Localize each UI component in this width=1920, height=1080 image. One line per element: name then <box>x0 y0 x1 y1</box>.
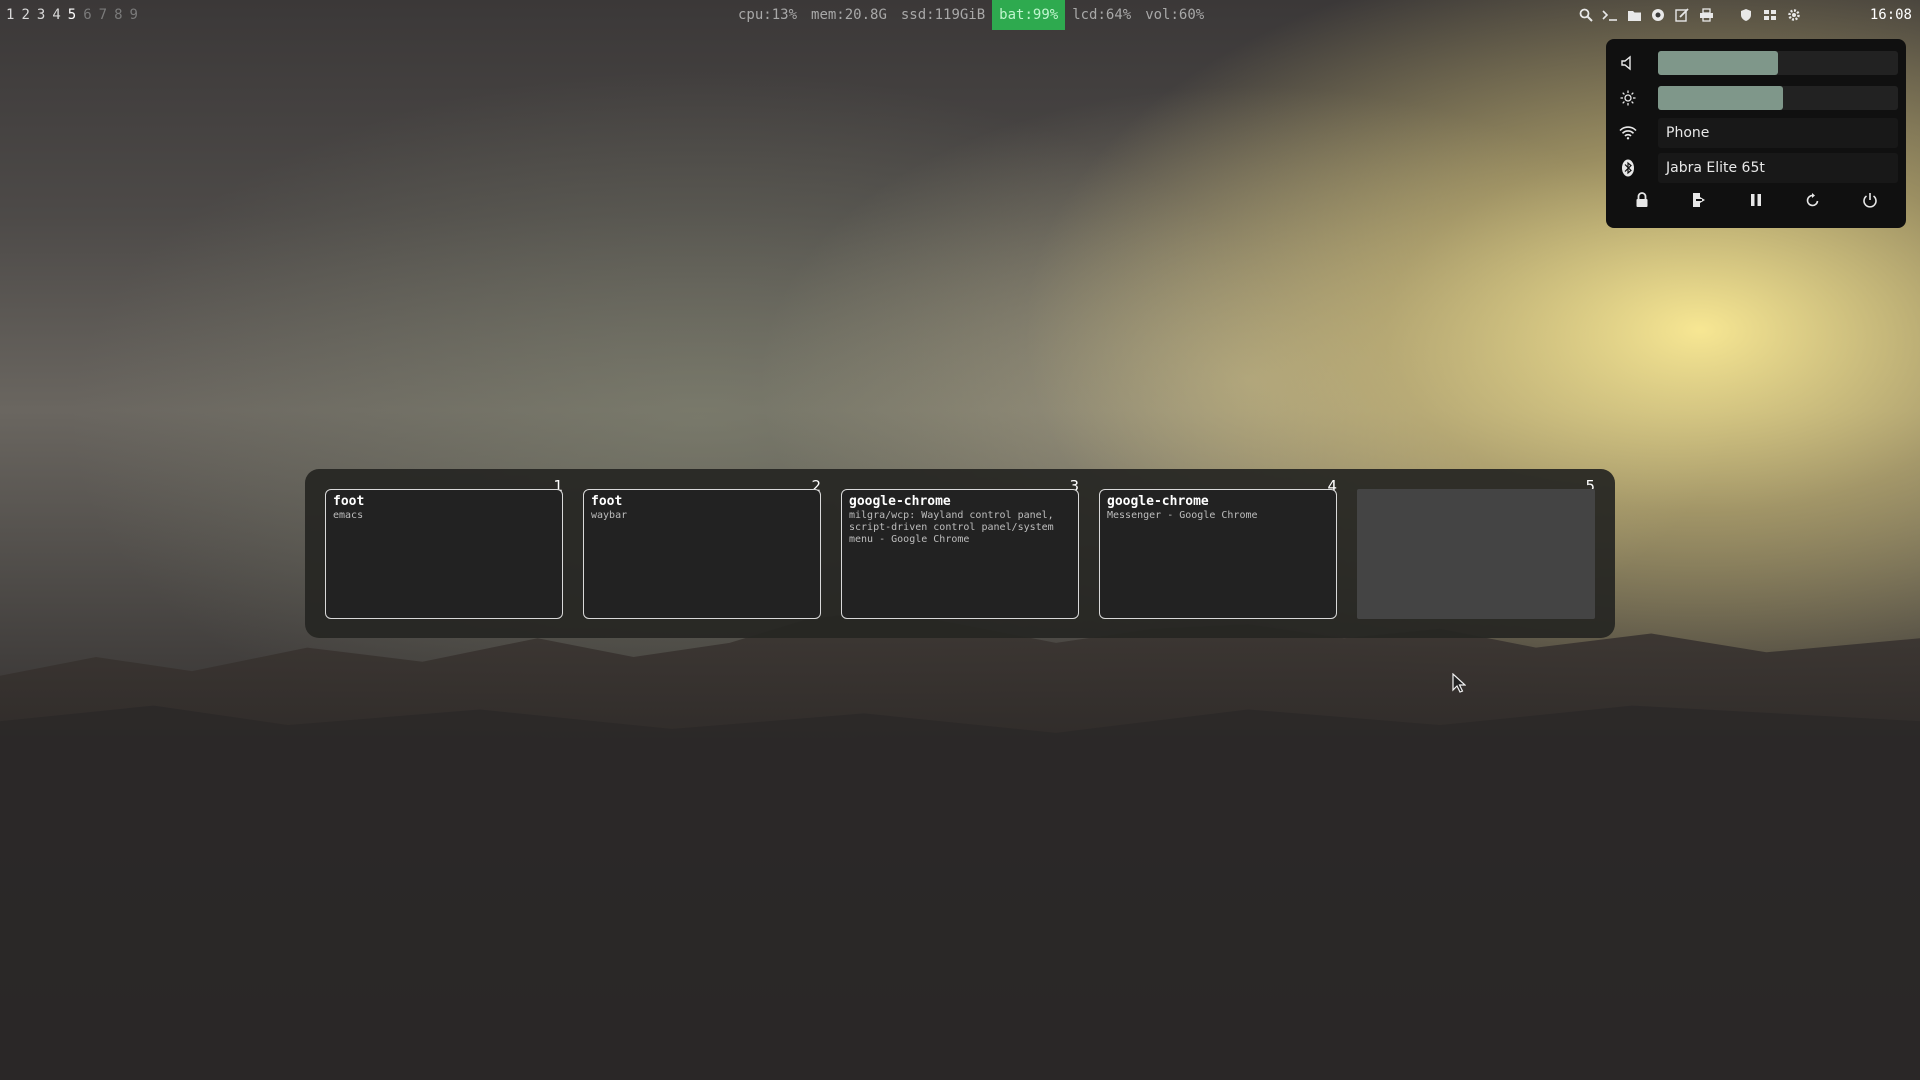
mem-stat: mem:20.8G <box>811 7 887 23</box>
system-stats: cpu:13% mem:20.8G ssd:119GiB bat:99% lcd… <box>731 0 1211 30</box>
window-thumbnail[interactable]: foot waybar <box>583 489 821 619</box>
brightness-slider-fill <box>1658 86 1783 110</box>
empty-workspace-thumbnail[interactable] <box>1357 489 1595 619</box>
wifi-icon <box>1614 118 1642 148</box>
workspace-1-button[interactable]: 1 <box>6 7 14 23</box>
overview-workspace-2[interactable]: 2 foot waybar <box>583 477 821 619</box>
control-panel: Phone Jabra Elite 65t <box>1606 39 1906 228</box>
logout-icon[interactable] <box>1684 185 1714 215</box>
overview-workspace-3[interactable]: 3 google-chrome milgra/wcp: Wayland cont… <box>841 477 1079 619</box>
brightness-row <box>1614 83 1898 113</box>
window-thumbnail[interactable]: google-chrome milgra/wcp: Wayland contro… <box>841 489 1079 619</box>
edit-icon[interactable] <box>1674 7 1690 23</box>
bluetooth-label[interactable]: Jabra Elite 65t <box>1658 153 1898 183</box>
workspace-8-button[interactable]: 8 <box>114 7 122 23</box>
brightness-icon <box>1614 83 1642 113</box>
brightness-slider[interactable] <box>1658 86 1898 110</box>
battery-stat: bat:99% <box>992 0 1066 30</box>
top-bar: 1 2 3 4 5 6 7 8 9 cpu:13% mem:20.8G ssd:… <box>0 0 1920 30</box>
window-app-name: google-chrome <box>1107 494 1209 509</box>
volume-stat: vol:60% <box>1145 7 1205 23</box>
workspace-6-button[interactable]: 6 <box>83 7 91 23</box>
restart-icon[interactable] <box>1798 185 1828 215</box>
window-app-name: foot <box>333 494 365 509</box>
volume-slider[interactable] <box>1658 51 1898 75</box>
session-actions <box>1614 183 1898 217</box>
bluetooth-row[interactable]: Jabra Elite 65t <box>1614 153 1898 183</box>
shield-icon[interactable] <box>1738 7 1754 23</box>
power-icon[interactable] <box>1855 185 1885 215</box>
clock[interactable]: 16:08 <box>1870 0 1912 30</box>
window-app-name: foot <box>591 494 623 509</box>
ssd-stat: ssd:119GiB <box>900 7 986 23</box>
cpu-stat: cpu:13% <box>738 7 798 23</box>
wifi-label[interactable]: Phone <box>1658 118 1898 148</box>
speaker-icon <box>1614 48 1642 78</box>
workspace-5-button[interactable]: 5 <box>68 7 76 23</box>
workspace-3-button[interactable]: 3 <box>37 7 45 23</box>
wallpaper-foreground <box>0 705 1920 1080</box>
window-title: milgra/wcp: Wayland control panel, scrip… <box>849 510 1054 545</box>
overview-workspace-4[interactable]: 4 google-chrome Messenger - Google Chrom… <box>1099 477 1337 619</box>
volume-slider-fill <box>1658 51 1778 75</box>
lcd-stat: lcd:64% <box>1072 7 1132 23</box>
workspace-switcher: 1 2 3 4 5 6 7 8 9 <box>6 0 138 30</box>
search-icon[interactable] <box>1578 7 1594 23</box>
overview-workspace-5[interactable]: 5 <box>1357 477 1595 619</box>
gear-icon[interactable] <box>1786 7 1802 23</box>
terminal-icon[interactable] <box>1602 7 1618 23</box>
wifi-row[interactable]: Phone <box>1614 118 1898 148</box>
window-title: Messenger - Google Chrome <box>1107 510 1258 521</box>
window-thumbnail[interactable]: foot emacs <box>325 489 563 619</box>
workspace-overview: 1 foot emacs 2 foot waybar 3 google-chro… <box>305 469 1615 638</box>
lock-icon[interactable] <box>1627 185 1657 215</box>
volume-row <box>1614 48 1898 78</box>
pause-icon[interactable] <box>1741 185 1771 215</box>
folder-icon[interactable] <box>1626 7 1642 23</box>
bluetooth-icon <box>1614 153 1642 183</box>
workspace-7-button[interactable]: 7 <box>99 7 107 23</box>
chrome-icon[interactable] <box>1650 7 1666 23</box>
window-title: waybar <box>591 510 628 521</box>
overview-workspace-1[interactable]: 1 foot emacs <box>325 477 563 619</box>
workspace-2-button[interactable]: 2 <box>21 7 29 23</box>
window-app-name: google-chrome <box>849 494 951 509</box>
tray <box>1578 0 1802 30</box>
grid-icon[interactable] <box>1762 7 1778 23</box>
workspace-4-button[interactable]: 4 <box>52 7 60 23</box>
window-title: emacs <box>333 510 364 521</box>
window-thumbnail[interactable]: google-chrome Messenger - Google Chrome <box>1099 489 1337 619</box>
mouse-cursor <box>1452 673 1466 693</box>
workspace-9-button[interactable]: 9 <box>130 7 138 23</box>
printer-icon[interactable] <box>1698 7 1714 23</box>
